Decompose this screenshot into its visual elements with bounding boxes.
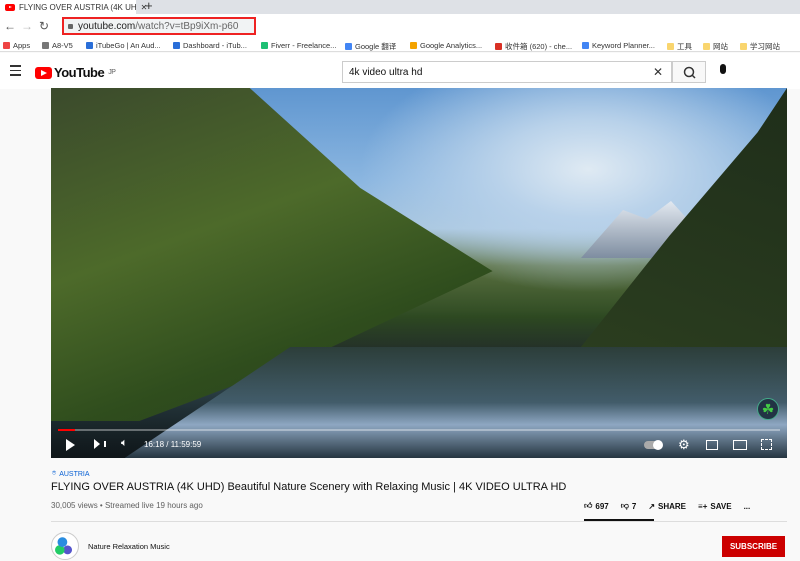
- bookmark-item[interactable]: Fiverr - Freelance...: [261, 41, 336, 50]
- bookmark-label: Apps: [13, 41, 31, 50]
- like-button[interactable]: 👍︎ 697: [584, 501, 609, 511]
- bookmark-item[interactable]: Google 翻译: [345, 41, 396, 52]
- clear-search-icon[interactable]: ✕: [653, 65, 663, 79]
- location-label: AUSTRIA: [59, 470, 90, 478]
- bookmark-icon: [42, 42, 49, 49]
- bookmark-item[interactable]: Dashboard - iTub...: [173, 41, 247, 50]
- channel-watermark-icon[interactable]: ☘: [757, 398, 779, 420]
- volume-icon[interactable]: 🔈︎: [121, 437, 128, 450]
- share-button[interactable]: ↗ SHARE: [648, 501, 686, 511]
- save-button[interactable]: ≡+ SAVE: [698, 501, 732, 511]
- channel-name[interactable]: Nature Relaxation Music: [88, 542, 170, 551]
- subscribe-button[interactable]: SUBSCRIBE: [722, 536, 785, 557]
- share-label: SHARE: [658, 501, 687, 511]
- bookmark-label: iTubeGo | An Aud...: [96, 41, 161, 50]
- video-actions: 👍︎ 697 👎︎ 7 ↗ SHARE ≡+ SAVE ...: [584, 501, 750, 511]
- bookmark-icon: [495, 43, 502, 50]
- time-display: 16:18 / 11:59:59: [144, 440, 202, 449]
- like-count: 697: [595, 501, 609, 511]
- bookmark-label: 工具: [677, 42, 692, 51]
- bookmark-label: Google Analytics...: [420, 41, 483, 50]
- save-label: SAVE: [710, 501, 732, 511]
- bookmark-label: Fiverr - Freelance...: [271, 41, 337, 50]
- bookmark-item[interactable]: A8-V5: [42, 41, 73, 50]
- search-input[interactable]: 4k video ultra hd ✕: [342, 61, 672, 83]
- player-controls: 🔈︎ 16:18 / 11:59:59 ⚙: [51, 434, 787, 456]
- bookmark-label: A8-V5: [52, 41, 73, 50]
- region-label: JP: [108, 69, 116, 76]
- youtube-play-icon: [35, 66, 52, 79]
- theater-mode-icon[interactable]: [733, 440, 747, 450]
- bookmark-label: Dashboard - iTub...: [183, 41, 247, 50]
- bookmark-icon: [740, 43, 747, 50]
- autoplay-toggle[interactable]: [644, 440, 663, 450]
- search-button[interactable]: [672, 61, 706, 83]
- thumbs-up-icon: 👍︎: [584, 501, 593, 510]
- dislike-button[interactable]: 👎︎ 7: [621, 501, 637, 511]
- channel-avatar[interactable]: [51, 532, 79, 560]
- reload-icon[interactable]: ↻: [39, 19, 49, 33]
- bookmark-icon: [261, 42, 268, 49]
- tab-bar: FLYING OVER AUSTRIA (4K UH ✕ +: [0, 0, 800, 14]
- bookmark-icon: [667, 43, 674, 50]
- lock-icon: [68, 23, 73, 29]
- menu-icon[interactable]: [10, 65, 21, 79]
- bookmark-item[interactable]: Keyword Planner...: [582, 41, 655, 50]
- location-pin-icon: ⌾: [52, 470, 57, 477]
- browser-tab[interactable]: FLYING OVER AUSTRIA (4K UH ✕: [0, 0, 147, 14]
- play-icon[interactable]: [66, 439, 75, 451]
- fullscreen-icon[interactable]: [761, 439, 772, 450]
- view-count: 30,005 views • Streamed live 19 hours ag…: [51, 501, 203, 510]
- bookmark-label: 收件箱 (620) - che...: [505, 42, 573, 51]
- share-icon: ↗: [648, 501, 656, 511]
- back-icon[interactable]: ←: [4, 19, 16, 33]
- add-to-playlist-icon: ≡+: [698, 501, 708, 511]
- bookmark-icon: [703, 43, 710, 50]
- more-button[interactable]: ...: [744, 501, 751, 511]
- bookmark-item[interactable]: Apps: [3, 41, 30, 50]
- bookmarks-bar: Apps A8-V5 iTubeGo | An Aud... Dashboard - …: [0, 38, 800, 52]
- url-host: youtube.com: [78, 20, 136, 32]
- bookmark-icon: [173, 42, 180, 49]
- address-bar-row: ← → ↻ youtube.com/watch?v=tBp9iXm-p60: [0, 14, 800, 38]
- bookmark-icon: [3, 42, 10, 49]
- url-field[interactable]: youtube.com/watch?v=tBp9iXm-p60: [62, 17, 256, 35]
- logo-text: YouTube: [54, 65, 105, 80]
- video-title: FLYING OVER AUSTRIA (4K UHD) Beautiful N…: [51, 481, 567, 493]
- search-icon: [683, 66, 696, 79]
- bookmark-item[interactable]: iTubeGo | An Aud...: [86, 41, 161, 50]
- bookmark-label: 学习网站: [750, 42, 780, 51]
- bookmark-item[interactable]: 工具: [667, 41, 692, 52]
- bookmark-icon: [345, 43, 352, 50]
- bookmark-label: 网站: [713, 42, 728, 51]
- microphone-icon[interactable]: [720, 64, 726, 74]
- youtube-header: YouTube JP 4k video ultra hd ✕: [0, 53, 800, 89]
- progress-bar[interactable]: [58, 429, 780, 431]
- settings-gear-icon[interactable]: ⚙: [678, 437, 690, 453]
- forward-icon[interactable]: →: [21, 19, 33, 33]
- new-tab-button[interactable]: +: [145, 0, 153, 13]
- bookmark-item[interactable]: Google Analytics...: [410, 41, 482, 50]
- search-value: 4k video ultra hd: [349, 66, 423, 78]
- tab-title: FLYING OVER AUSTRIA (4K UH: [19, 2, 137, 12]
- divider: [51, 521, 787, 522]
- bookmark-item[interactable]: 收件箱 (620) - che...: [495, 41, 572, 52]
- bookmark-label: Keyword Planner...: [592, 41, 655, 50]
- bookmark-item[interactable]: 网站: [703, 41, 728, 52]
- video-player[interactable]: ☘ 🔈︎ 16:18 / 11:59:59 ⚙: [51, 88, 787, 458]
- youtube-logo[interactable]: YouTube JP: [35, 65, 116, 80]
- bookmark-icon: [410, 42, 417, 49]
- dislike-count: 7: [631, 501, 637, 511]
- next-icon[interactable]: [94, 439, 104, 449]
- youtube-favicon-icon: [5, 3, 15, 11]
- url-path: /watch?v=tBp9iXm-p60: [135, 20, 239, 32]
- bookmark-icon: [582, 42, 589, 49]
- miniplayer-icon[interactable]: [706, 440, 718, 450]
- bookmark-item[interactable]: 学习网站: [740, 41, 780, 52]
- progress-fill: [58, 429, 75, 431]
- bookmark-label: Google 翻译: [355, 42, 397, 51]
- location-tag[interactable]: ⌾ AUSTRIA: [52, 470, 90, 478]
- thumbs-down-icon: 👎︎: [620, 501, 629, 510]
- bookmark-icon: [86, 42, 93, 49]
